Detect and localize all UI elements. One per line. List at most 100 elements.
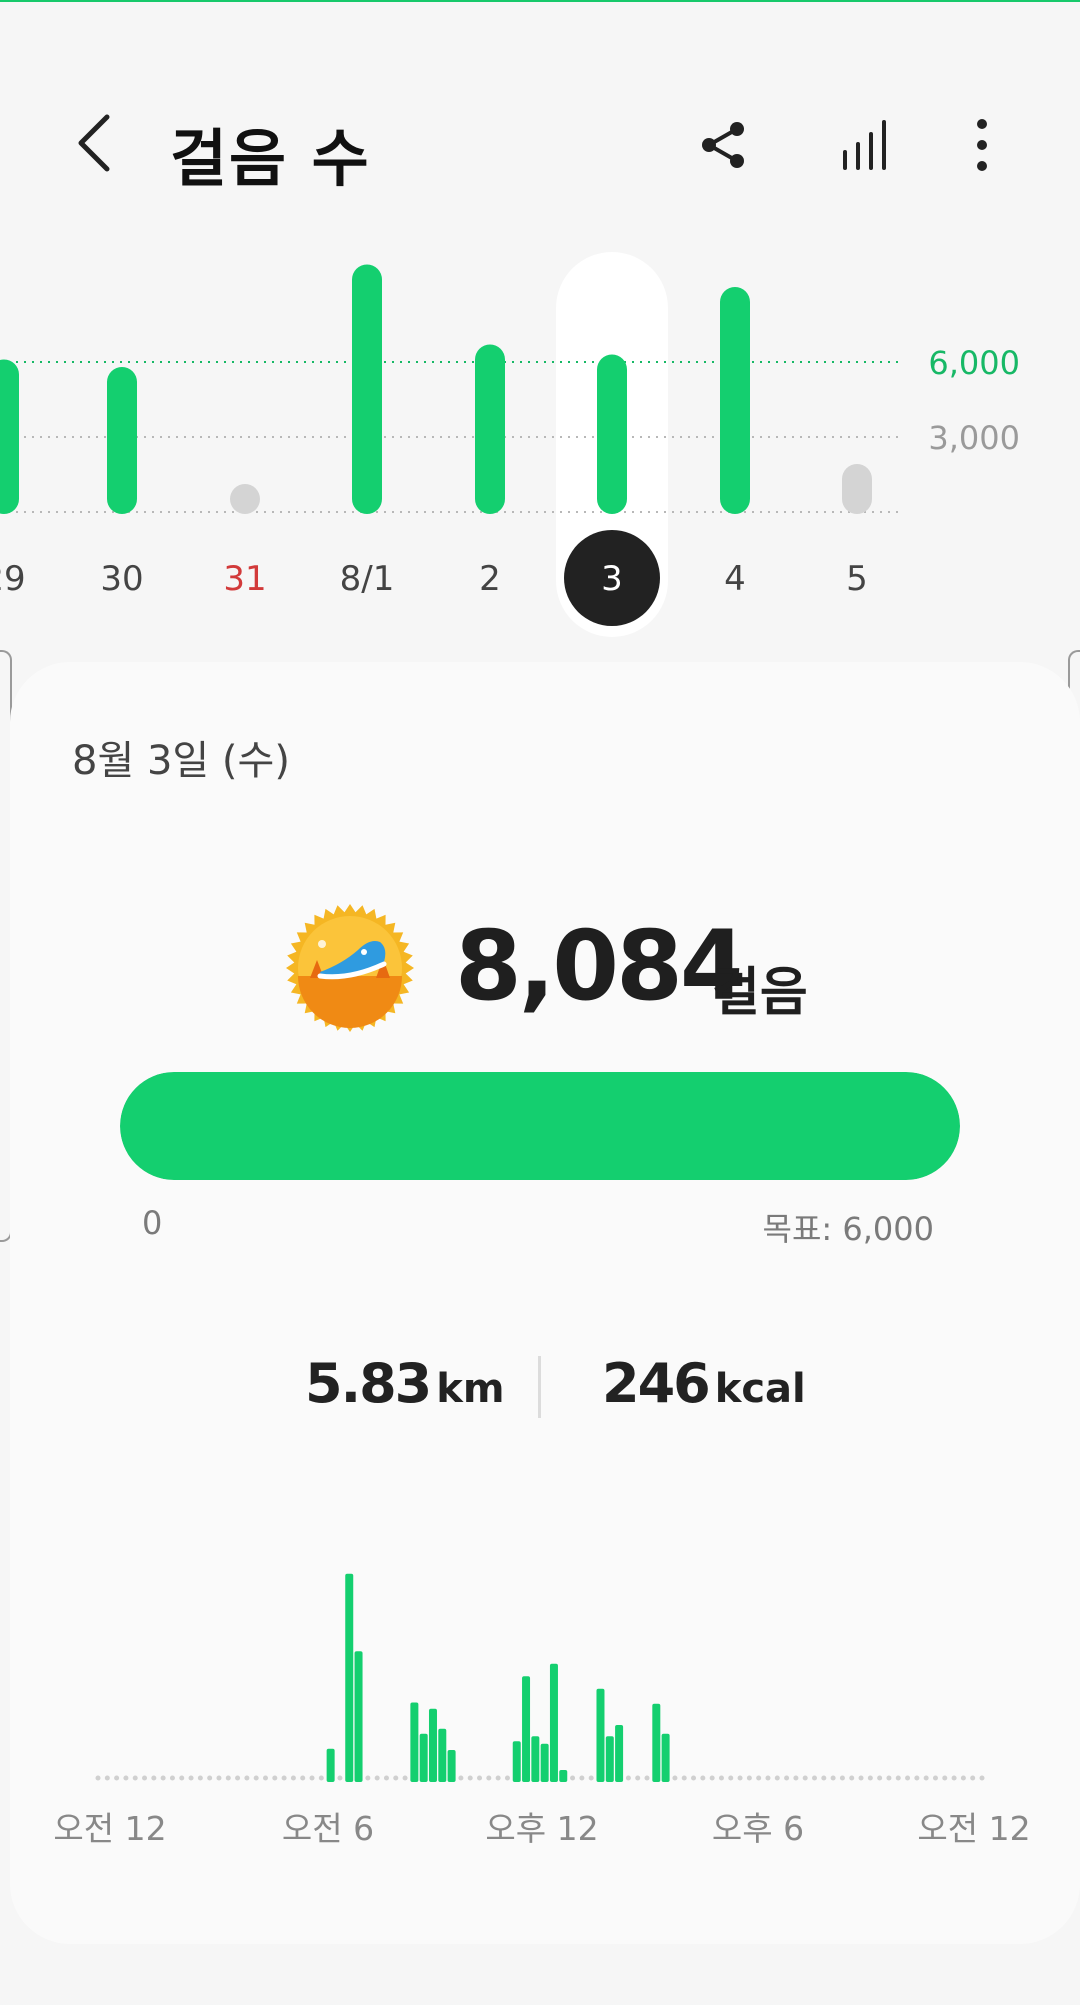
calories-unit: kcal [714, 1366, 806, 1412]
metrics-row: 5.83 km 246 kcal [0, 1352, 1080, 1424]
page-title: 걸음 수 [170, 122, 371, 195]
hour-axis-label: 오전 6 [282, 1809, 374, 1848]
hour-axis-label: 오후 6 [712, 1809, 804, 1848]
hourly-bar [596, 1688, 605, 1782]
hourly-empty-dot [383, 1775, 389, 1781]
hourly-empty-dot [160, 1775, 166, 1781]
hourly-empty-dot [262, 1775, 268, 1781]
progress-min-label: 0 [142, 1204, 163, 1242]
hourly-bar [652, 1703, 661, 1782]
hourly-empty-dot [849, 1775, 855, 1781]
week-day-label[interactable]: 2 [479, 559, 501, 599]
hourly-bar [419, 1733, 428, 1782]
week-bar-5[interactable] [842, 464, 872, 514]
hourly-empty-dot [281, 1775, 287, 1781]
hourly-empty-dot [570, 1775, 576, 1781]
more-vertical-icon [977, 119, 987, 171]
week-day-label[interactable]: 30 [100, 559, 143, 599]
hourly-empty-dot [914, 1775, 920, 1781]
hourly-empty-dot [784, 1775, 790, 1781]
week-bar-8/1[interactable] [352, 264, 382, 515]
calories-value: 246 [602, 1352, 711, 1415]
week-day-label[interactable]: 31 [223, 559, 266, 599]
hourly-empty-dot [588, 1775, 594, 1781]
hourly-empty-dot [207, 1775, 213, 1781]
share-button[interactable] [688, 110, 758, 180]
hourly-empty-dot [300, 1775, 306, 1781]
hourly-empty-dot [867, 1775, 873, 1781]
hour-axis-label: 오후 12 [485, 1809, 598, 1848]
hourly-empty-dot [216, 1775, 222, 1781]
hourly-empty-dot [393, 1775, 399, 1781]
week-bar-30[interactable] [107, 367, 137, 514]
hourly-bar [447, 1750, 456, 1782]
step-count: 8,084 [455, 910, 747, 1022]
hourly-empty-dot [691, 1775, 697, 1781]
week-day-label[interactable]: 8/1 [340, 559, 395, 599]
stats-button[interactable] [829, 110, 899, 180]
hourly-empty-dot [123, 1775, 129, 1781]
hourly-empty-dot [169, 1775, 175, 1781]
week-bar-29[interactable] [0, 359, 19, 515]
hourly-empty-dot [737, 1775, 743, 1781]
week-day-label[interactable]: 5 [846, 559, 868, 599]
week-bar-3[interactable] [597, 354, 627, 515]
hourly-empty-dot [318, 1775, 324, 1781]
back-icon [78, 114, 110, 172]
hourly-empty-dot [700, 1775, 706, 1781]
hourly-empty-dot [858, 1775, 864, 1781]
hourly-empty-dot [625, 1775, 631, 1781]
more-options-button[interactable] [947, 110, 1017, 180]
hourly-empty-dot [672, 1775, 678, 1781]
hourly-empty-dot [467, 1775, 473, 1781]
hourly-empty-dot [179, 1775, 185, 1781]
hourly-bar [428, 1708, 437, 1782]
hourly-bar [345, 1573, 354, 1782]
weekly-steps-chart[interactable]: 6,000 3,000 29 30 31 8/1 2 3 4 5 [0, 240, 1080, 640]
hourly-empty-dot [142, 1775, 148, 1781]
hourly-empty-dot [337, 1775, 343, 1781]
distance-value: 5.83 [305, 1352, 432, 1415]
hourly-empty-dot [718, 1775, 724, 1781]
hourly-empty-dot [728, 1775, 734, 1781]
hourly-empty-dot [635, 1775, 641, 1781]
hourly-empty-dot [765, 1775, 771, 1781]
goal-progress-fill [120, 1072, 960, 1180]
hourly-empty-dot [290, 1775, 296, 1781]
hourly-empty-dot [979, 1775, 985, 1781]
back-button[interactable] [60, 108, 130, 178]
hourly-empty-dot [951, 1775, 957, 1781]
hourly-empty-dot [272, 1775, 278, 1781]
hourly-empty-dot [756, 1775, 762, 1781]
week-bar-2[interactable] [475, 344, 505, 515]
hourly-empty-dot [197, 1775, 203, 1781]
week-bar-4[interactable] [720, 287, 750, 514]
top-accent-line [0, 0, 1080, 2]
week-day-label[interactable]: 29 [0, 559, 26, 599]
hourly-empty-dot [477, 1775, 483, 1781]
hour-axis-label: 오전 12 [917, 1809, 1030, 1848]
hourly-empty-dot [895, 1775, 901, 1781]
week-bar-31[interactable] [230, 484, 260, 514]
hourly-empty-dot [877, 1775, 883, 1781]
hourly-bar [540, 1743, 549, 1782]
progress-goal-label: 목표: 6,000 [762, 1210, 934, 1248]
week-day-label[interactable]: 3 [601, 559, 623, 599]
share-icon [702, 122, 744, 168]
hourly-bar [661, 1733, 670, 1782]
metrics-divider [538, 1356, 541, 1418]
hourly-empty-dot [793, 1775, 799, 1781]
hourly-empty-dot [495, 1775, 501, 1781]
hourly-empty-dot [746, 1775, 752, 1781]
hourly-steps-chart[interactable]: 오전 12 오전 6 오후 12 오후 6 오전 12 [0, 1540, 1080, 1860]
hourly-empty-dot [504, 1775, 510, 1781]
hourly-bar [605, 1736, 614, 1782]
week-day-label[interactable]: 4 [724, 559, 746, 599]
hourly-empty-dot [244, 1775, 250, 1781]
hourly-bar [531, 1736, 540, 1782]
hourly-empty-dot [188, 1775, 194, 1781]
hour-axis-label: 오전 12 [53, 1809, 166, 1848]
hourly-bar [410, 1702, 419, 1782]
distance-unit: km [436, 1366, 505, 1412]
hourly-empty-dot [886, 1775, 892, 1781]
